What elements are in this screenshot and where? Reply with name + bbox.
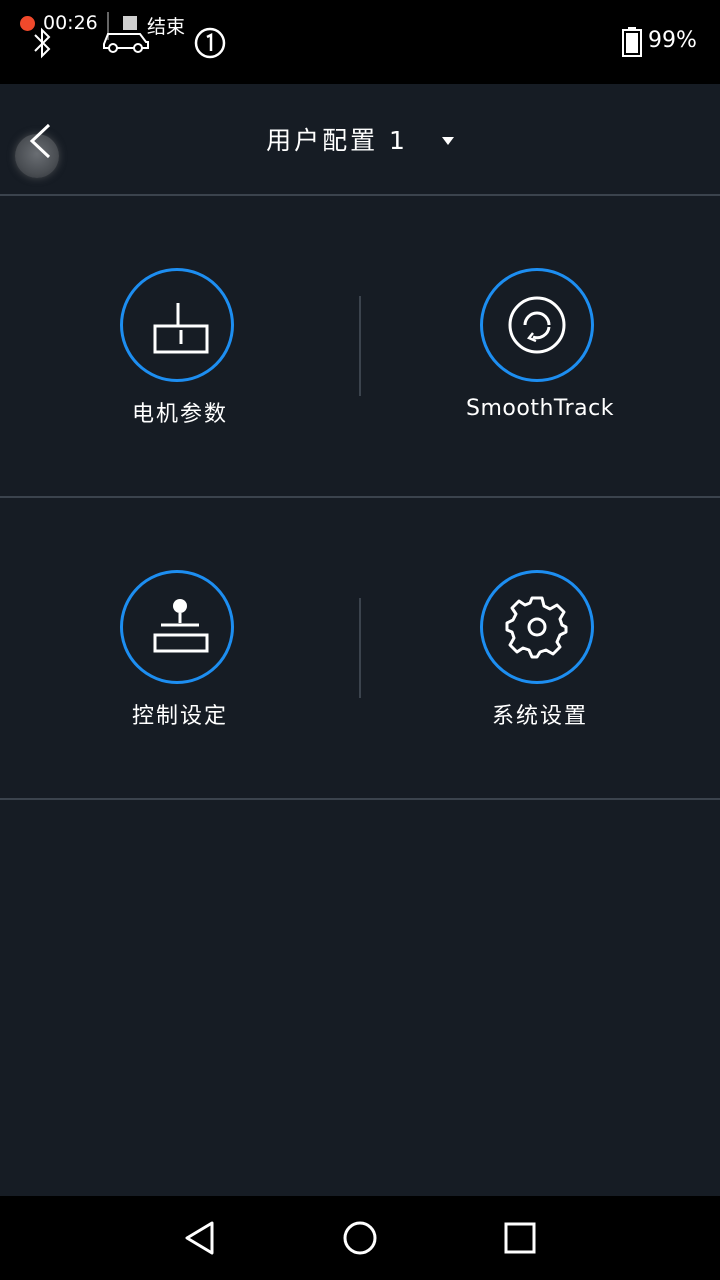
gear-icon-circle [480,570,594,684]
divider [0,496,720,498]
tile-control-settings[interactable]: 控制设定 [30,570,330,750]
chevron-left-icon [29,123,51,159]
page-title: 用户配置 1 [266,126,408,155]
joystick-icon-circle [120,570,234,684]
car-icon [103,33,149,53]
nav-home-button[interactable] [320,1196,400,1280]
nav-back-button[interactable] [160,1196,240,1280]
rotate-icon [508,296,566,354]
recents-square-icon [504,1222,536,1254]
back-button[interactable] [8,120,68,190]
joystick-icon [153,599,209,653]
circled-one-icon [194,27,226,59]
bluetooth-icon [34,27,51,59]
status-bar: 00:26 结束 99% [0,0,720,84]
end-label: 结束 [147,16,186,38]
battery-percent: 99% [648,28,697,53]
tile-label: 控制设定 [131,704,228,729]
divider [359,598,361,698]
tile-motor-params[interactable]: 电机参数 [30,268,330,448]
tile-label: 系统设置 [491,704,588,729]
divider [0,194,720,196]
tile-smoothtrack[interactable]: SmoothTrack [390,268,690,448]
battery-icon [622,27,642,57]
gear-icon [505,596,568,659]
motor-icon-circle [120,268,234,382]
tile-label: 电机参数 [131,402,228,427]
motor-icon [153,303,209,354]
divider [0,798,720,800]
profile-dropdown[interactable]: 用户配置 1 [200,118,520,164]
nav-recents-button[interactable] [480,1196,560,1280]
tile-label: SmoothTrack [466,396,614,421]
navigation-bar [0,1196,720,1280]
home-circle-icon [343,1221,377,1255]
back-triangle-icon [185,1221,214,1255]
rotate-icon-circle [480,268,594,382]
caret-down-icon [441,137,454,145]
tile-system-settings[interactable]: 系统设置 [390,570,690,750]
divider [359,296,361,396]
